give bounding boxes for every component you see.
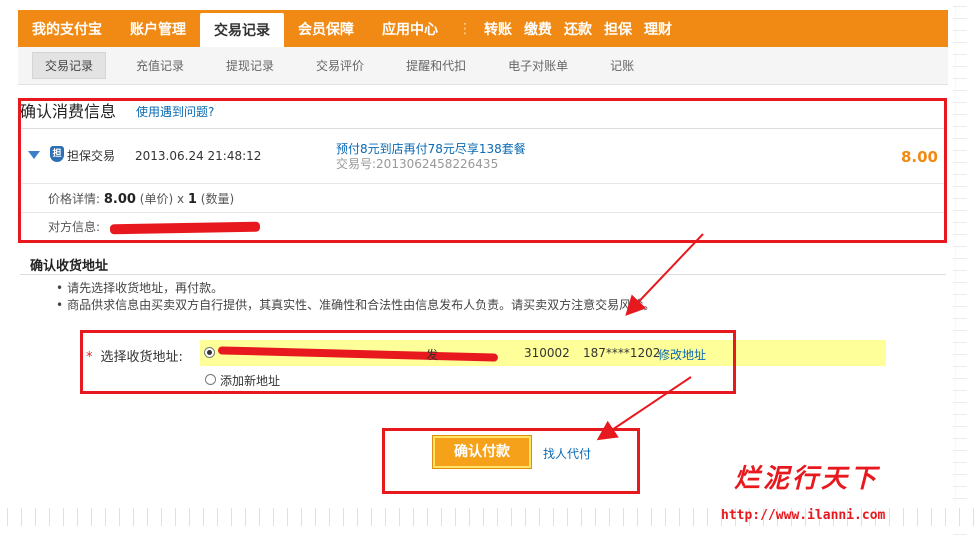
- annotation-arrows: [596, 233, 704, 441]
- watermark-text: 烂泥行天下: [734, 464, 880, 494]
- arrow-to-address: [625, 233, 704, 316]
- watermark-url: http://www.ilanni.com: [721, 508, 886, 523]
- arrow-to-pay: [596, 376, 692, 441]
